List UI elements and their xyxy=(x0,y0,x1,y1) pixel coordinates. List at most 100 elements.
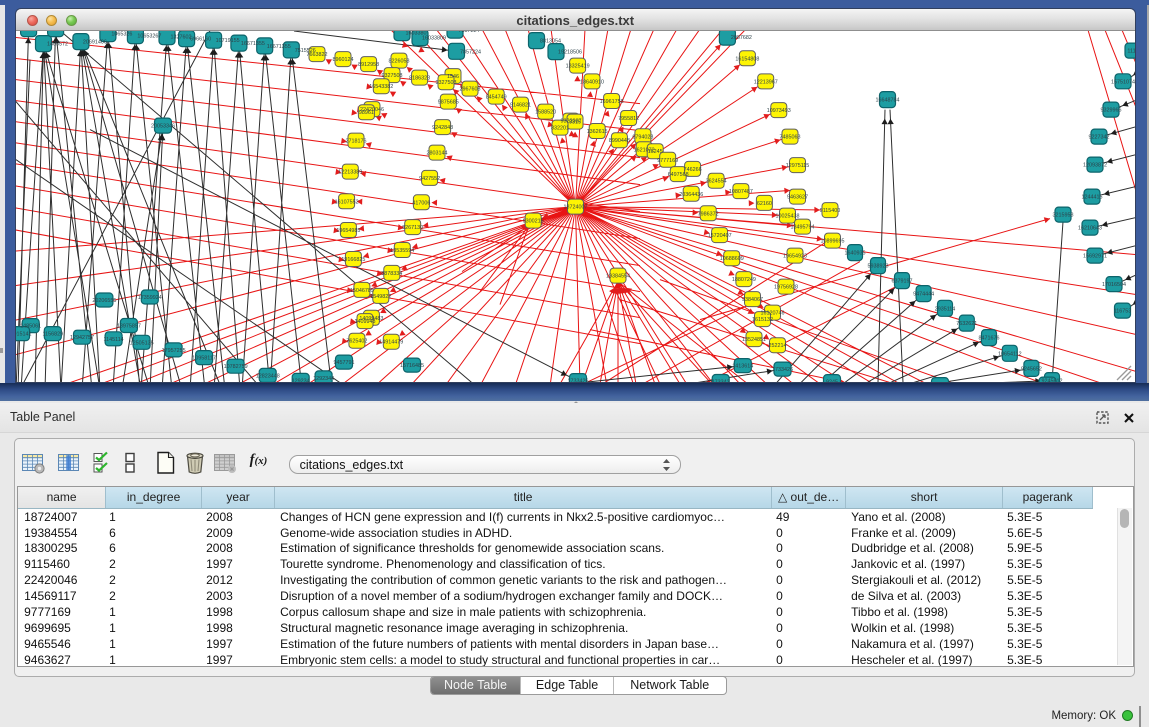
svg-text:20206555: 20206555 xyxy=(92,298,116,304)
svg-text:1405572: 1405572 xyxy=(47,42,68,48)
svg-text:8267130: 8267130 xyxy=(402,225,423,231)
svg-text:9427552: 9427552 xyxy=(419,176,440,182)
svg-text:17957255: 17957255 xyxy=(162,348,186,354)
svg-text:16648784: 16648784 xyxy=(876,98,900,104)
svg-text:7857224: 7857224 xyxy=(460,50,481,56)
svg-text:9242848: 9242848 xyxy=(432,125,453,131)
svg-text:10719155: 10719155 xyxy=(216,39,240,45)
svg-text:8878334: 8878334 xyxy=(381,271,402,277)
svg-text:9245652: 9245652 xyxy=(1021,367,1042,373)
svg-text:9146821: 9146821 xyxy=(510,103,531,109)
svg-text:16120746: 16120746 xyxy=(761,311,785,317)
svg-text:1112: 1112 xyxy=(1127,49,1134,55)
svg-text:10958117: 10958117 xyxy=(192,356,216,362)
svg-text:7663822: 7663822 xyxy=(307,52,328,58)
svg-text:1327602: 1327602 xyxy=(171,35,192,41)
svg-text:7955812: 7955812 xyxy=(618,116,639,122)
svg-text:6794028: 6794028 xyxy=(632,135,653,141)
svg-text:16671355: 16671355 xyxy=(241,41,265,47)
svg-text:16154808: 16154808 xyxy=(735,57,759,63)
svg-text:3215958: 3215958 xyxy=(1053,213,1074,219)
svg-text:8471676: 8471676 xyxy=(979,336,1000,342)
svg-text:14914479: 14914479 xyxy=(379,340,403,346)
svg-text:6966160: 6966160 xyxy=(190,37,211,43)
svg-text:8960124: 8960124 xyxy=(333,57,354,63)
svg-text:17359924: 17359924 xyxy=(138,295,162,301)
svg-text:10807487: 10807487 xyxy=(729,189,753,195)
svg-text:1549822: 1549822 xyxy=(370,294,391,300)
svg-text:2935114: 2935114 xyxy=(935,307,956,313)
svg-text:13524851: 13524851 xyxy=(742,337,766,343)
svg-text:16033809: 16033809 xyxy=(422,36,446,42)
svg-text:12975115: 12975115 xyxy=(786,163,810,169)
svg-text:832201: 832201 xyxy=(551,126,569,132)
svg-text:9300215: 9300215 xyxy=(523,219,544,225)
svg-text:12213967: 12213967 xyxy=(754,80,778,86)
svg-text:12505135: 12505135 xyxy=(130,341,154,347)
svg-text:12093872: 12093872 xyxy=(1083,163,1107,169)
svg-text:18807249: 18807249 xyxy=(732,277,756,283)
svg-text:20364436: 20364436 xyxy=(679,192,703,198)
svg-text:1145114: 1145114 xyxy=(104,337,124,343)
svg-text:6379197: 6379197 xyxy=(892,279,913,285)
svg-text:10688609: 10688609 xyxy=(720,257,744,263)
svg-text:19384554: 19384554 xyxy=(606,274,630,280)
svg-text:9457791: 9457791 xyxy=(334,360,355,366)
svg-text:9329966: 9329966 xyxy=(1101,108,1122,114)
svg-text:746266: 746266 xyxy=(684,167,702,173)
svg-text:1405572: 1405572 xyxy=(32,31,53,33)
svg-text:19654985: 19654985 xyxy=(336,228,360,234)
svg-text:1615132: 1615132 xyxy=(752,317,773,323)
svg-text:1588520: 1588520 xyxy=(535,110,556,116)
svg-text:16245: 16245 xyxy=(648,150,663,156)
svg-text:9777169: 9777169 xyxy=(657,158,678,164)
svg-text:252214: 252214 xyxy=(769,344,787,350)
svg-text:18724007: 18724007 xyxy=(564,205,588,211)
svg-text:16961758: 16961758 xyxy=(600,99,624,105)
svg-text:16107552: 16107552 xyxy=(335,200,359,206)
svg-text:8186323: 8186323 xyxy=(409,76,430,82)
svg-text:19218506: 19218506 xyxy=(558,50,582,56)
svg-text:12942757: 12942757 xyxy=(70,336,94,342)
svg-text:6497568: 6497568 xyxy=(668,172,689,178)
svg-text:98961: 98961 xyxy=(359,111,374,117)
svg-text:1065326: 1065326 xyxy=(111,32,132,38)
svg-text:2803144: 2803144 xyxy=(427,151,448,157)
svg-text:62160: 62160 xyxy=(757,201,772,207)
svg-text:7857224: 7857224 xyxy=(459,31,480,34)
svg-text:3915141: 3915141 xyxy=(16,332,32,338)
svg-text:7986372: 7986372 xyxy=(698,212,719,218)
svg-text:2967608: 2967608 xyxy=(460,87,481,93)
svg-text:1485061: 1485061 xyxy=(20,324,41,330)
svg-text:15751074: 15751074 xyxy=(1111,80,1134,86)
svg-text:2087682: 2087682 xyxy=(731,35,752,41)
svg-text:1733426: 1733426 xyxy=(772,367,793,373)
svg-text:7632621: 7632621 xyxy=(956,321,977,327)
svg-text:17016504: 17016504 xyxy=(1102,282,1126,288)
svg-text:16543382: 16543382 xyxy=(369,85,393,91)
svg-text:10653267: 10653267 xyxy=(137,34,161,40)
svg-text:2718176: 2718176 xyxy=(346,139,367,145)
svg-text:16210643: 16210643 xyxy=(1078,226,1102,232)
svg-text:20691406: 20691406 xyxy=(83,40,107,46)
svg-text:12823448: 12823448 xyxy=(256,374,280,380)
svg-text:13325419: 13325419 xyxy=(566,64,590,70)
svg-text:10973493: 10973493 xyxy=(767,108,791,114)
svg-text:9327503: 9327503 xyxy=(436,81,457,87)
svg-text:10025438: 10025438 xyxy=(776,214,800,220)
svg-text:1413614: 1413614 xyxy=(732,364,753,370)
svg-text:7485063: 7485063 xyxy=(780,135,801,141)
svg-text:9384067: 9384067 xyxy=(742,297,763,303)
svg-text:1244415: 1244415 xyxy=(1082,195,1103,201)
svg-text:13535594: 13535594 xyxy=(390,248,414,254)
svg-text:1362615: 1362615 xyxy=(587,129,608,135)
svg-text:19654923: 19654923 xyxy=(783,254,807,260)
svg-text:9115400: 9115400 xyxy=(820,208,841,214)
svg-text:1640935: 1640935 xyxy=(845,251,866,257)
svg-text:19756928: 19756928 xyxy=(774,285,798,291)
svg-text:13975857: 13975857 xyxy=(117,324,141,330)
svg-text:1292344: 1292344 xyxy=(313,376,334,382)
svg-text:8454749: 8454749 xyxy=(486,95,507,101)
svg-text:19166825: 19166825 xyxy=(341,257,365,263)
svg-text:9463627: 9463627 xyxy=(787,195,808,201)
